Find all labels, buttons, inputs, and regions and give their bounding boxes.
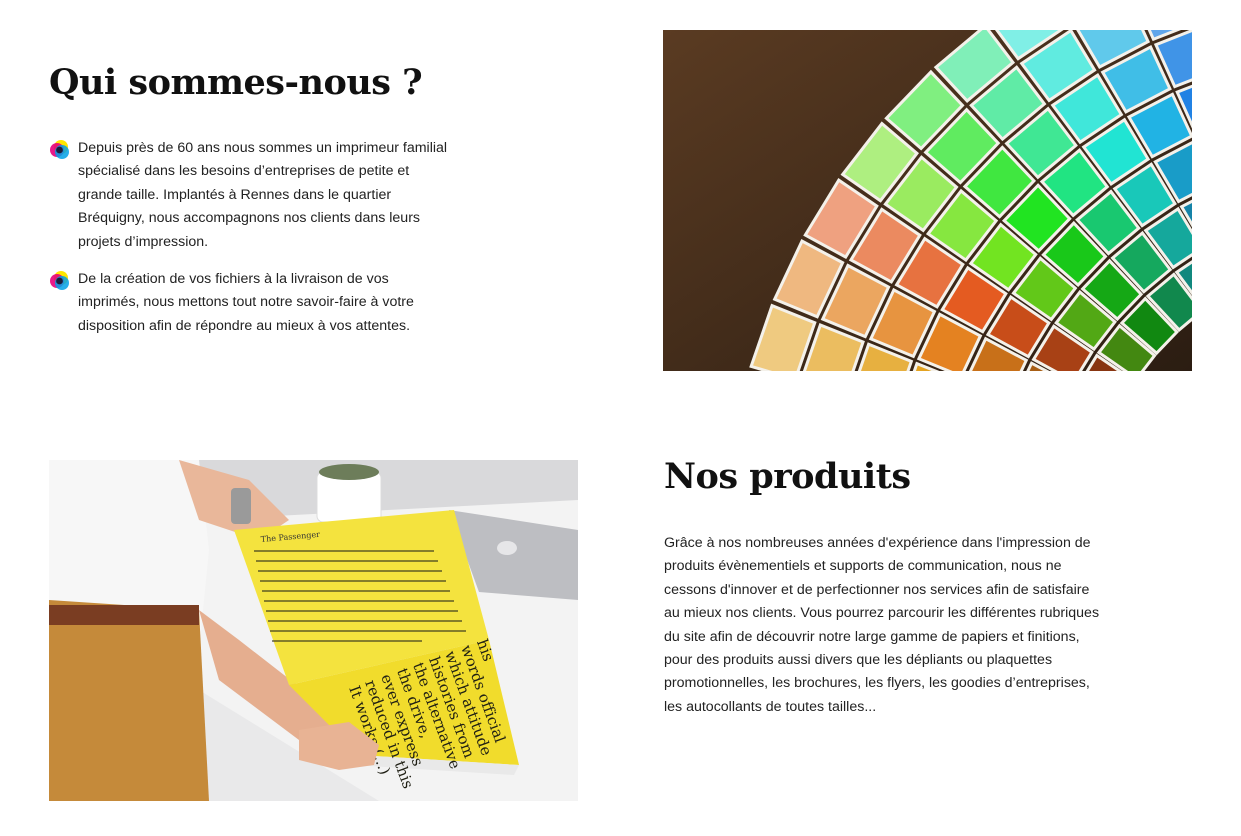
cmyk-dots-icon: [50, 271, 69, 291]
products-description: Grâce à nos nombreuses années d'expérien…: [664, 535, 1100, 715]
color-swatches-photo: [663, 30, 1192, 371]
about-bullet-item: De la création de vos fichiers à la livr…: [49, 268, 449, 338]
products-section-title: Nos produits: [664, 456, 911, 497]
about-bullet-text: Depuis près de 60 ans nous sommes un imp…: [78, 140, 448, 250]
magazine-image: The Passenger It works (...) reduced in …: [49, 460, 578, 801]
about-bullet-list: Depuis près de 60 ans nous sommes un imp…: [49, 137, 449, 352]
magazine-photo: The Passenger It works (...) reduced in …: [49, 460, 578, 801]
color-swatches-image: [663, 30, 1192, 371]
about-bullet-text: De la création de vos fichiers à la livr…: [78, 271, 414, 334]
about-section-title: Qui sommes-nous ?: [49, 62, 423, 103]
cmyk-dots-icon: [50, 140, 69, 159]
about-bullet-item: Depuis près de 60 ans nous sommes un imp…: [49, 137, 449, 254]
